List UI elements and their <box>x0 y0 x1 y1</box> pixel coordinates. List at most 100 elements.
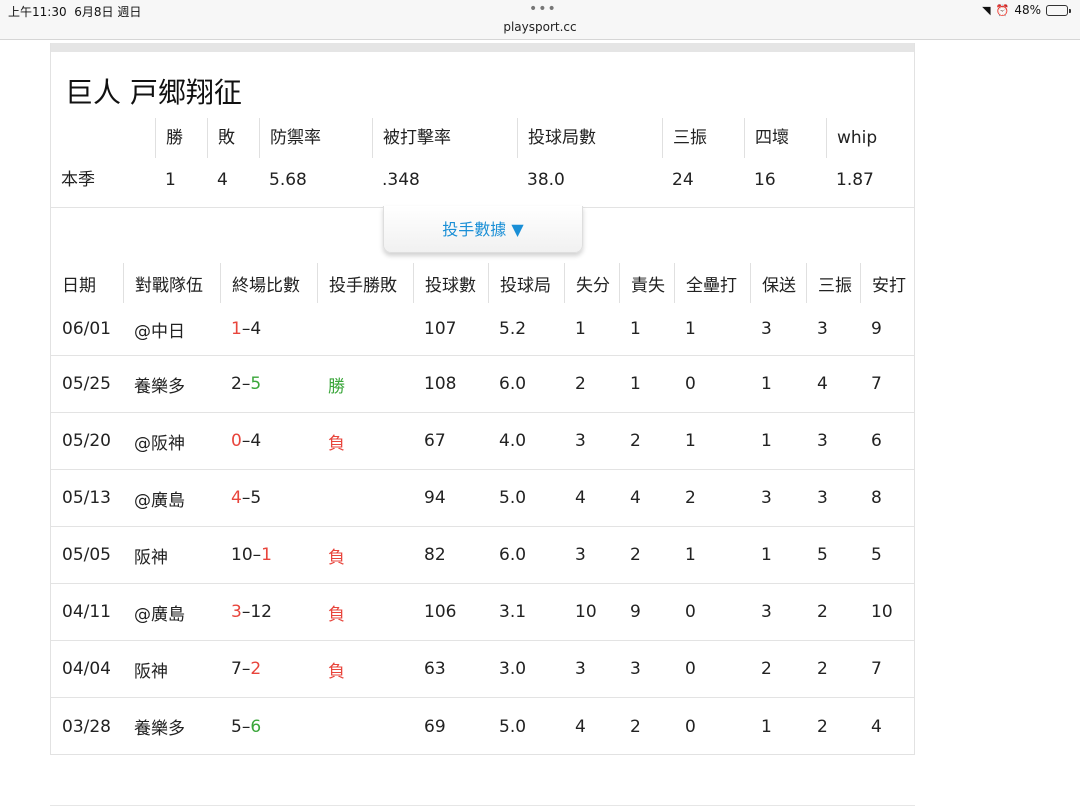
game-value-hits: 7 <box>871 659 882 679</box>
game-cell-walks: 3 <box>750 303 806 355</box>
game-value-strikeouts: 3 <box>817 431 828 451</box>
game-value-runs: 3 <box>575 545 586 565</box>
player-title: 巨人 戸郷翔征 <box>65 76 242 109</box>
game-cell-pitches: 107 <box>413 303 488 355</box>
score-dash: – <box>241 319 251 339</box>
url-text[interactable]: playsport.cc <box>503 20 576 34</box>
game-cell-hits: 6 <box>860 413 916 469</box>
game-value-runs: 4 <box>575 488 586 508</box>
game-value-runs: 1 <box>575 319 586 339</box>
season-header-innings: 投球局數 <box>517 118 662 158</box>
game-value-pitches: 63 <box>424 659 446 679</box>
score-first: 0 <box>231 431 242 451</box>
score-dash: – <box>241 716 251 737</box>
game-cell-runs: 2 <box>564 356 619 412</box>
game-value-hits: 9 <box>871 319 882 339</box>
game-cell-opponent: @廣島 <box>123 470 220 526</box>
game-value-pitches: 69 <box>424 716 446 737</box>
battery-percent: 48% <box>1014 3 1041 17</box>
address-bar[interactable]: playsport.cc <box>0 20 1080 34</box>
game-value-walks: 3 <box>761 488 772 508</box>
game-cell-pitches: 69 <box>413 698 488 755</box>
section-divider <box>50 805 915 806</box>
game-cell-runs: 3 <box>564 527 619 583</box>
score-dash: – <box>241 374 251 394</box>
score-first: 2 <box>231 374 242 394</box>
game-cell-earned-runs: 2 <box>619 527 674 583</box>
game-value-walks: 3 <box>761 602 772 622</box>
game-value-opponent: @廣島 <box>134 490 185 511</box>
clock-text: 上午11:30 <box>8 5 67 19</box>
more-dots-icon[interactable]: ••• <box>529 1 557 17</box>
game-value-home-runs: 1 <box>685 319 696 339</box>
game-value-date: 04/11 <box>62 602 111 622</box>
game-value-home-runs: 0 <box>685 374 696 394</box>
game-cell-home-runs: 0 <box>674 356 750 412</box>
status-indicators: ◥ ⏰ 48% <box>982 3 1071 17</box>
game-cell-hits: 7 <box>860 356 916 412</box>
game-cell-earned-runs: 3 <box>619 641 674 697</box>
game-cell-home-runs: 2 <box>674 470 750 526</box>
game-cell-date: 03/28 <box>51 698 123 755</box>
game-row: 05/20 @阪神 0–4 負 67 4.0 3 2 1 1 3 6 <box>51 413 914 470</box>
season-innings: 38.0 <box>527 170 565 190</box>
game-value-walks: 1 <box>761 545 772 565</box>
game-cell-pitches: 94 <box>413 470 488 526</box>
game-value-decision: 負 <box>328 433 345 454</box>
game-value-date: 05/13 <box>62 488 111 508</box>
game-header-hits: 安打 <box>860 263 916 303</box>
game-cell-opponent: 養樂多 <box>123 698 220 755</box>
game-value-opponent: @廣島 <box>134 604 185 625</box>
game-cell-opponent: @廣島 <box>123 584 220 640</box>
game-cell-hits: 8 <box>860 470 916 526</box>
game-value-runs: 3 <box>575 659 586 679</box>
season-label: 本季 <box>61 170 95 190</box>
game-cell-innings: 4.0 <box>488 413 564 469</box>
game-cell-runs: 4 <box>564 470 619 526</box>
game-value-pitches: 108 <box>424 374 457 394</box>
game-value-home-runs: 0 <box>685 716 696 737</box>
pitcher-data-toggle-button[interactable]: 投手數據 ▼ <box>383 206 583 253</box>
game-value-innings: 6.0 <box>499 545 527 565</box>
game-cell-opponent: @阪神 <box>123 413 220 469</box>
game-cell-runs: 3 <box>564 641 619 697</box>
game-cell-earned-runs: 4 <box>619 470 674 526</box>
game-cell-final-score: 7–2 <box>220 641 317 697</box>
season-header-losses: 敗 <box>207 118 259 158</box>
game-cell-strikeouts: 2 <box>806 698 860 755</box>
game-cell-strikeouts: 2 <box>806 584 860 640</box>
game-value-innings: 6.0 <box>499 374 527 394</box>
game-value-date: 05/05 <box>62 545 111 565</box>
game-cell-home-runs: 0 <box>674 584 750 640</box>
game-row: 04/04 阪神 7–2 負 63 3.0 3 3 0 2 2 7 <box>51 641 914 698</box>
game-cell-walks: 1 <box>750 698 806 755</box>
score-dash: – <box>241 659 251 679</box>
game-cell-hits: 5 <box>860 527 916 583</box>
game-cell-pitches: 108 <box>413 356 488 412</box>
game-value-runs: 4 <box>575 716 586 737</box>
status-bar: 上午11:30 6月8日 週日 ••• playsport.cc ◥ ⏰ 48% <box>0 0 1080 40</box>
game-value-strikeouts: 5 <box>817 545 828 565</box>
season-data-row: 本季 1 4 5.68 .348 38.0 24 16 1.87 <box>51 160 914 200</box>
game-value-pitches: 82 <box>424 545 446 565</box>
game-cell-home-runs: 0 <box>674 698 750 755</box>
game-cell-innings: 5.0 <box>488 470 564 526</box>
game-value-home-runs: 1 <box>685 545 696 565</box>
game-value-decision: 負 <box>328 661 345 682</box>
game-cell-innings: 6.0 <box>488 527 564 583</box>
game-header-date: 日期 <box>62 275 96 296</box>
game-cell-runs: 4 <box>564 698 619 755</box>
game-value-decision: 負 <box>328 604 345 625</box>
game-value-pitches: 107 <box>424 319 457 339</box>
season-header-strikeouts: 三振 <box>662 118 744 158</box>
score-second: 1 <box>261 545 272 565</box>
game-cell-walks: 3 <box>750 584 806 640</box>
game-cell-date: 05/13 <box>51 470 123 526</box>
game-cell-opponent: 阪神 <box>123 641 220 697</box>
game-cell-final-score: 10–1 <box>220 527 317 583</box>
game-value-earned-runs: 3 <box>630 659 641 679</box>
season-header-era: 防禦率 <box>259 118 372 158</box>
game-value-walks: 3 <box>761 319 772 339</box>
card-top-border <box>51 43 914 52</box>
game-row: 05/13 @廣島 4–5 94 5.0 4 4 2 3 3 8 <box>51 470 914 527</box>
